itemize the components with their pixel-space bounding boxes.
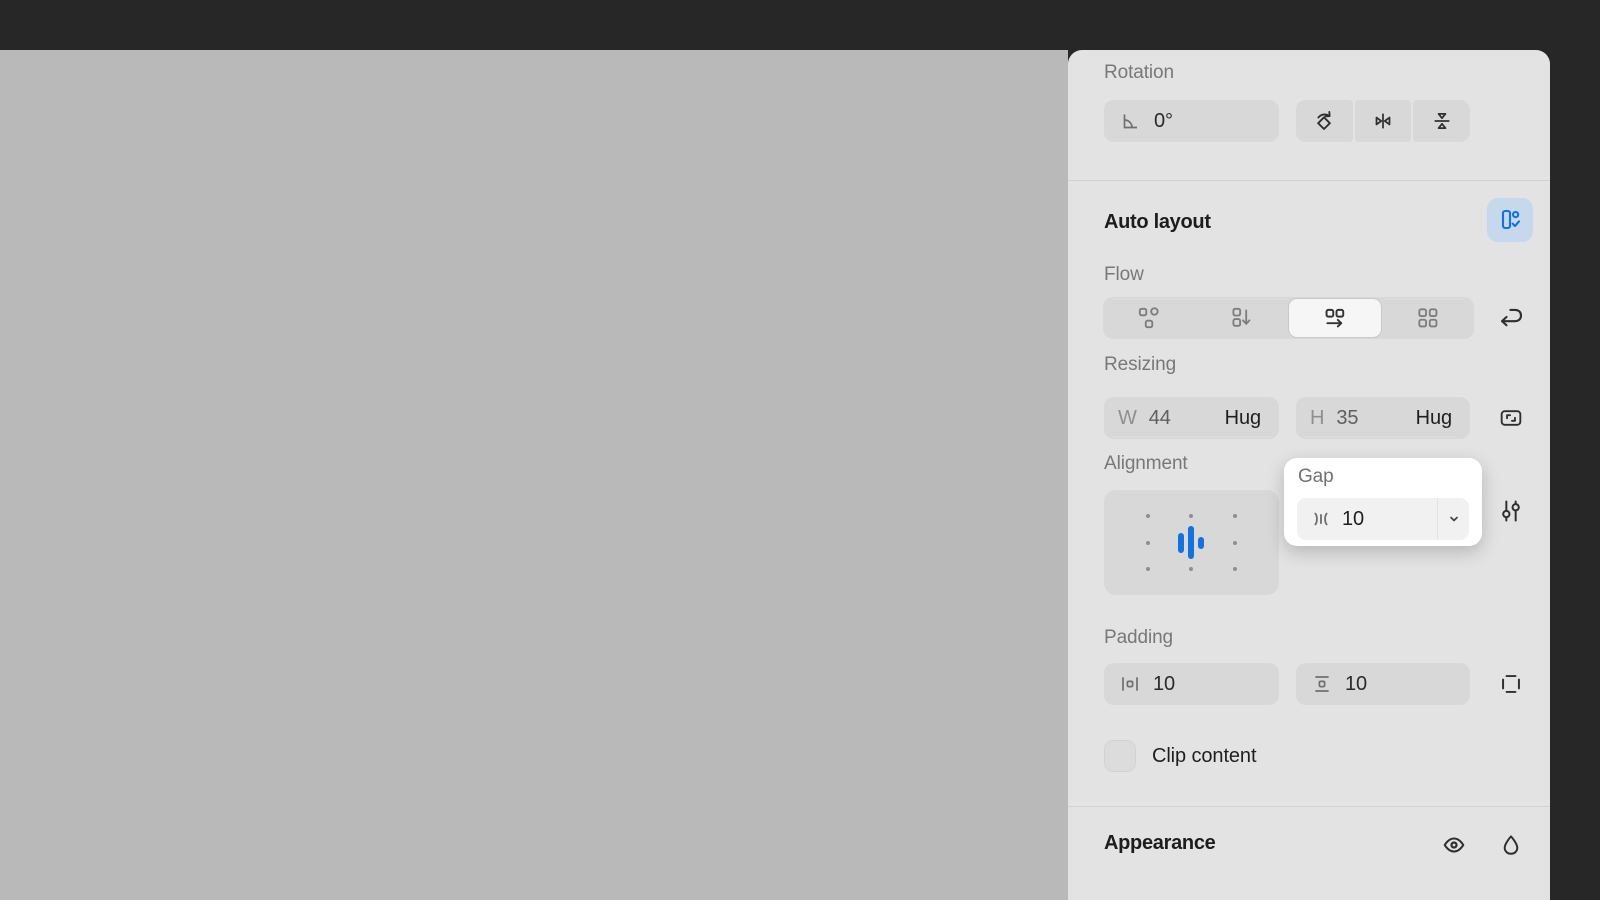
flip-horizontal-icon [1370, 108, 1396, 134]
padding-label: Padding [1104, 628, 1173, 648]
align-middle-right[interactable] [1213, 526, 1257, 559]
angle-icon [1118, 109, 1142, 133]
wrap-arrow-icon [1496, 303, 1526, 333]
flip-vertical-icon [1429, 108, 1455, 134]
align-bottom-center[interactable] [1170, 559, 1214, 579]
gap-value: 10 [1342, 508, 1364, 531]
align-middle-left[interactable] [1126, 526, 1170, 559]
height-axis-label: H [1310, 407, 1324, 430]
height-resizing-field[interactable]: H 35 Hug [1296, 397, 1470, 439]
alignment-dot [1233, 514, 1237, 518]
flip-horizontal-button[interactable] [1355, 100, 1412, 142]
alignment-label: Alignment [1104, 454, 1188, 474]
properties-panel: Rotation 0° [1068, 50, 1550, 900]
flow-horizontal-icon [1322, 305, 1348, 331]
flip-vertical-button[interactable] [1413, 100, 1470, 142]
resize-to-fit-icon [1497, 404, 1525, 432]
flow-grid-option[interactable] [1382, 297, 1474, 339]
width-mode[interactable]: Hug [1225, 407, 1265, 430]
align-center-icon [1178, 526, 1204, 559]
chevron-down-icon [1445, 510, 1463, 528]
horizontal-padding-icon [1118, 672, 1142, 696]
gap-highlight-card: Gap 10 [1284, 458, 1482, 546]
alignment-dot [1146, 541, 1150, 545]
align-top-center[interactable] [1170, 506, 1214, 526]
vertical-padding-icon [1310, 672, 1334, 696]
auto-layout-toggle-button[interactable] [1487, 198, 1533, 242]
width-resizing-field[interactable]: W 44 Hug [1104, 397, 1279, 439]
alignment-grid [1104, 490, 1279, 595]
flow-label: Flow [1104, 265, 1144, 285]
auto-layout-check-icon [1496, 206, 1524, 234]
alignment-dot [1189, 567, 1193, 571]
width-value: 44 [1149, 407, 1171, 430]
clip-content-label[interactable]: Clip content [1152, 745, 1256, 768]
alignment-dot [1146, 514, 1150, 518]
wrap-button[interactable] [1494, 301, 1528, 335]
section-divider [1068, 806, 1550, 807]
horizontal-padding-value: 10 [1153, 673, 1175, 696]
appearance-heading: Appearance [1104, 831, 1216, 855]
individual-padding-icon [1497, 670, 1525, 698]
height-value: 35 [1336, 407, 1358, 430]
blend-button[interactable] [1494, 828, 1528, 862]
align-bottom-right[interactable] [1213, 559, 1257, 579]
gap-dropdown-button[interactable] [1438, 510, 1469, 528]
align-top-left[interactable] [1126, 506, 1170, 526]
horizontal-padding-input[interactable]: 10 [1104, 663, 1279, 705]
vertical-padding-value: 10 [1345, 673, 1367, 696]
water-drop-icon [1497, 831, 1525, 859]
flow-vertical-option[interactable] [1195, 297, 1287, 339]
align-bottom-left[interactable] [1126, 559, 1170, 579]
rotation-label: Rotation [1104, 63, 1174, 83]
resizing-label: Resizing [1104, 355, 1176, 375]
alignment-dot [1189, 514, 1193, 518]
spacing-sliders-icon [1497, 497, 1525, 525]
flow-vertical-icon [1228, 305, 1254, 331]
resize-to-fit-button[interactable] [1494, 401, 1528, 435]
alignment-dot [1146, 567, 1150, 571]
gap-spacing-icon [1308, 506, 1334, 532]
align-top-right[interactable] [1213, 506, 1257, 526]
individual-padding-button[interactable] [1494, 667, 1528, 701]
flow-grid-icon [1415, 305, 1441, 331]
canvas[interactable] [0, 50, 1068, 900]
alignment-dot [1233, 541, 1237, 545]
alignment-dot [1233, 567, 1237, 571]
section-divider [1068, 180, 1550, 181]
rotation-value: 0° [1154, 110, 1173, 133]
vertical-padding-input[interactable]: 10 [1296, 663, 1470, 705]
width-axis-label: W [1118, 407, 1137, 430]
rotate-90-icon [1311, 108, 1337, 134]
align-center-selected[interactable] [1170, 526, 1214, 559]
eye-icon [1439, 830, 1469, 860]
gap-label: Gap [1298, 467, 1334, 487]
spacing-settings-button[interactable] [1494, 494, 1528, 528]
clip-content-checkbox[interactable] [1104, 740, 1136, 772]
flow-segmented-control [1103, 297, 1474, 339]
flow-freeform-option[interactable] [1103, 297, 1195, 339]
rotation-input[interactable]: 0° [1104, 100, 1279, 142]
height-mode[interactable]: Hug [1416, 407, 1456, 430]
flow-freeform-icon [1136, 305, 1162, 331]
rotate-90-button[interactable] [1296, 100, 1353, 142]
flow-horizontal-option[interactable] [1288, 298, 1382, 338]
gap-input[interactable]: 10 [1297, 498, 1469, 540]
visibility-button[interactable] [1437, 828, 1471, 862]
auto-layout-heading: Auto layout [1104, 210, 1211, 234]
